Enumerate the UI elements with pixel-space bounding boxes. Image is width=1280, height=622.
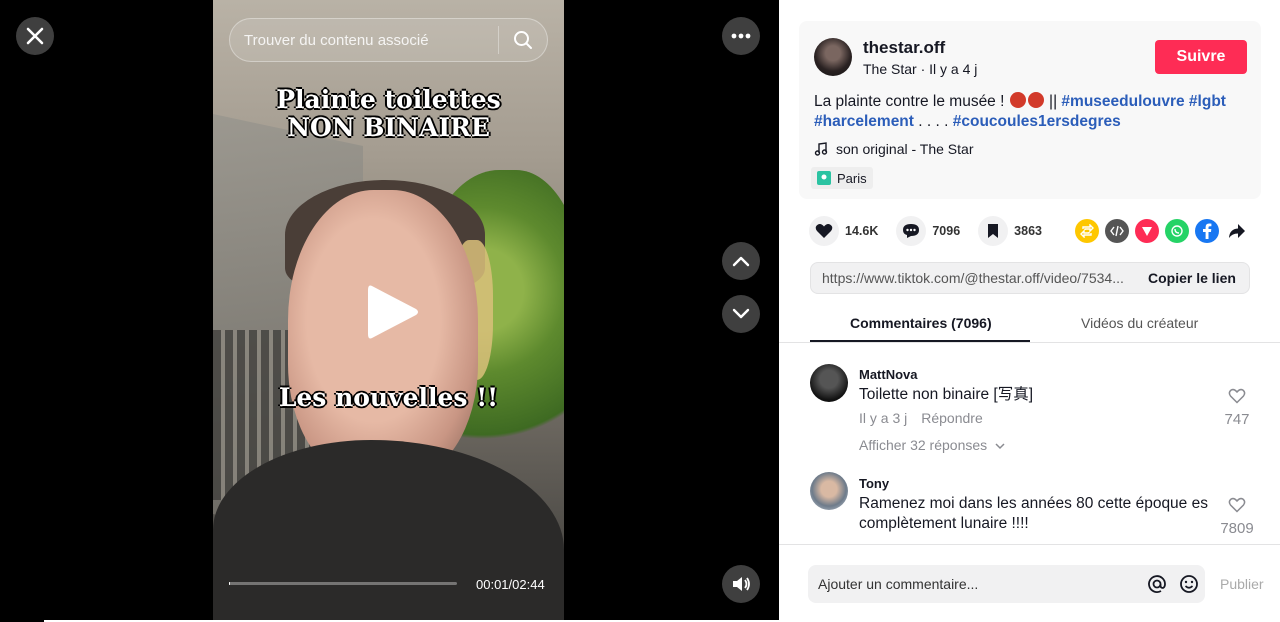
save-count: 3863 (1014, 224, 1042, 238)
post-comment-button[interactable]: Publier (1220, 576, 1264, 592)
show-replies-button[interactable]: Afficher 32 réponses (859, 437, 1005, 453)
share-link-box: https://www.tiktok.com/@thestar.off/vide… (810, 262, 1250, 294)
comment-button[interactable]: 7096 (896, 216, 960, 246)
hashtag-link[interactable]: #coucoules1ersdegres (953, 113, 1121, 130)
bookmark-icon (988, 224, 999, 238)
location-name: Paris (837, 170, 867, 186)
description-dots: . . . . (918, 113, 949, 130)
share-url[interactable]: https://www.tiktok.com/@thestar.off/vide… (811, 270, 1136, 286)
more-icon (731, 33, 751, 39)
chevron-down-icon (732, 308, 750, 319)
commenter-name[interactable]: Tony (859, 476, 889, 491)
author-avatar[interactable] (814, 38, 852, 76)
content-tabs: Commentaires (7096) Vidéos du créateur (779, 305, 1280, 343)
volume-button[interactable] (722, 565, 760, 603)
post-info-card: thestar.off The Star · Il y a 4 j Suivre… (799, 21, 1261, 199)
video-time: 00:01/02:44 (476, 577, 545, 592)
commenter-name[interactable]: MattNova (859, 367, 918, 382)
commenter-avatar[interactable] (810, 472, 848, 510)
next-video-button[interactable] (722, 295, 760, 333)
emoji-button[interactable] (1173, 568, 1205, 600)
hashtag-link[interactable]: #museedulouvre (1061, 93, 1184, 110)
angry-emoji-icon (1009, 92, 1026, 108)
related-search-input[interactable]: Trouver du contenu associé (230, 32, 498, 49)
location-pin-icon (817, 171, 831, 185)
chevron-down-icon (995, 443, 1005, 450)
heart-icon (815, 224, 833, 238)
related-search-button[interactable] (499, 18, 547, 62)
previous-video-button[interactable] (722, 242, 760, 280)
comment-like-count: 7809 (1220, 520, 1254, 537)
music-link[interactable]: son original - The Star (814, 141, 973, 157)
author-subtitle: The Star · Il y a 4 j (863, 61, 978, 77)
comment-input[interactable]: Ajouter un commentaire... (808, 576, 1141, 592)
heart-outline-icon (1228, 497, 1246, 513)
whatsapp-icon[interactable] (1165, 219, 1189, 243)
reply-button[interactable]: Répondre (921, 410, 983, 426)
share-icons (1075, 219, 1249, 243)
send-icon[interactable] (1135, 219, 1159, 243)
tab-comments[interactable]: Commentaires (7096) (850, 315, 992, 331)
share-arrow-icon[interactable] (1225, 219, 1249, 243)
location-tag[interactable]: Paris (811, 167, 873, 189)
comment-text: Ramenez moi dans les années 80 cette épo… (859, 495, 1208, 532)
video-title-line1: Plainte toilettes (276, 85, 501, 114)
show-replies-label: Afficher 32 réponses (859, 437, 988, 453)
video-title-overlay: Plainte toilettes NON BINAIRE (213, 86, 564, 142)
hashtag-link[interactable]: #lgbt (1189, 93, 1226, 110)
emoji-icon (1180, 575, 1198, 593)
music-note-icon (814, 142, 828, 156)
tab-creator-videos[interactable]: Vidéos du créateur (1081, 315, 1198, 331)
video-title-line2: NON BINAIRE (287, 113, 490, 142)
music-title: son original - The Star (836, 141, 974, 157)
mention-button[interactable] (1141, 568, 1173, 600)
at-icon (1148, 575, 1166, 593)
close-button[interactable] (16, 17, 54, 55)
tiktok-viewer: Trouver du contenu associé Plainte toile… (0, 0, 1280, 622)
facebook-icon[interactable] (1195, 219, 1219, 243)
hashtag-link[interactable]: #harcelement (814, 113, 914, 130)
embed-icon[interactable] (1105, 219, 1129, 243)
comment-count: 7096 (932, 224, 961, 238)
commenter-avatar[interactable] (810, 364, 848, 402)
comment-meta: Il y a 3 j Répondre (859, 410, 983, 426)
repost-icon[interactable] (1075, 219, 1099, 243)
comment-text: Toilette non binaire [写真] (859, 386, 1034, 403)
comment-time: Il y a 3 j (859, 410, 908, 426)
copy-link-button[interactable]: Copier le lien (1136, 270, 1236, 286)
follow-button[interactable]: Suivre (1155, 40, 1247, 74)
description-text: La plainte contre le musée ! (814, 93, 1005, 110)
author-username[interactable]: thestar.off (863, 38, 945, 58)
comment-like-button[interactable]: 7809 (1215, 497, 1259, 537)
angry-emoji-icon (1027, 92, 1044, 108)
more-options-button[interactable] (722, 17, 760, 55)
like-button[interactable]: 14.6K (809, 216, 878, 246)
comment-icon (903, 224, 920, 238)
comment-like-count: 747 (1224, 411, 1250, 428)
video-progress-fill (229, 582, 231, 585)
video-progress-bar[interactable] (229, 582, 457, 585)
video-stage: Trouver du contenu associé Plainte toile… (0, 0, 779, 622)
save-button[interactable]: 3863 (978, 216, 1042, 246)
search-icon (514, 31, 532, 49)
comment-composer: Ajouter un commentaire... Publier (779, 544, 1280, 622)
heart-outline-icon (1228, 388, 1246, 404)
related-search[interactable]: Trouver du contenu associé (229, 18, 548, 62)
chevron-up-icon (732, 256, 750, 267)
comment-input-box[interactable]: Ajouter un commentaire... (808, 565, 1205, 603)
active-tab-indicator (810, 340, 1030, 342)
video-caption-overlay: Les nouvelles !! (278, 383, 499, 412)
post-description: La plainte contre le musée ! || #museedu… (814, 92, 1254, 132)
close-icon (26, 27, 44, 45)
volume-icon (733, 577, 750, 591)
engagement-bar: 14.6K 7096 3863 (809, 216, 1060, 246)
comment-like-button[interactable]: 747 (1215, 388, 1259, 428)
details-panel: thestar.off The Star · Il y a 4 j Suivre… (779, 0, 1280, 622)
comments-list: MattNova Toilette non binaire [写真] Il y … (779, 344, 1280, 544)
like-count: 14.6K (845, 224, 879, 238)
description-separator: || (1049, 93, 1058, 110)
play-icon[interactable] (366, 282, 420, 342)
